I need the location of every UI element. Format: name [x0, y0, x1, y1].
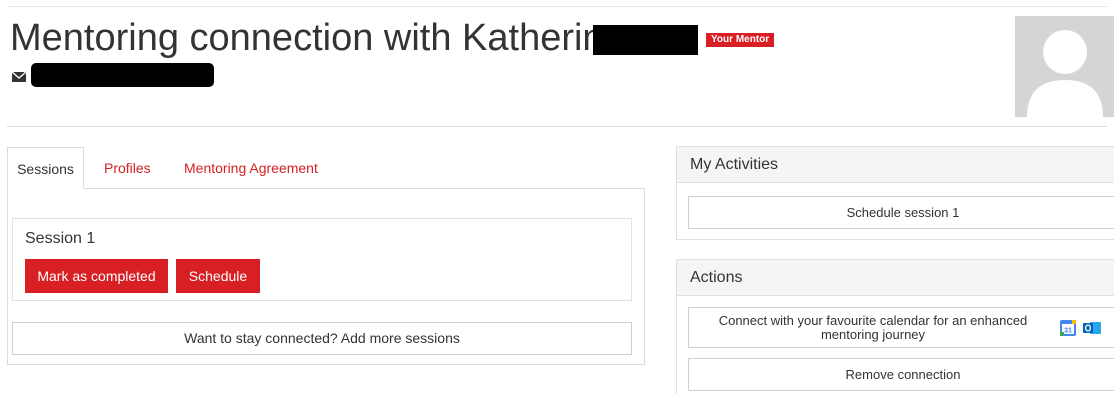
- page-title: Mentoring connection with Katherine: [10, 17, 625, 59]
- svg-text:31: 31: [1064, 328, 1072, 335]
- outlook-icon: [1083, 322, 1101, 334]
- my-activities-panel: My Activities Schedule session 1: [676, 146, 1114, 240]
- add-sessions-button[interactable]: Want to stay connected? Add more session…: [12, 322, 632, 355]
- redacted-email: [31, 63, 214, 87]
- top-divider: [7, 6, 1107, 7]
- google-calendar-icon: 31: [1060, 320, 1076, 336]
- tab-profiles[interactable]: Profiles: [104, 147, 151, 188]
- tab-bar: Sessions Profiles Mentoring Agreement: [7, 147, 645, 189]
- header-divider: [7, 126, 1107, 127]
- connect-calendar-label: Connect with your favourite calendar for…: [718, 313, 1028, 342]
- envelope-icon: [12, 71, 27, 82]
- session-card: Session 1 Mark as completed Schedule: [12, 218, 632, 301]
- my-activities-heading: My Activities: [677, 147, 1114, 183]
- tab-sessions[interactable]: Sessions: [7, 147, 84, 189]
- redacted-name: [593, 25, 698, 55]
- remove-connection-button[interactable]: Remove connection: [688, 358, 1114, 391]
- mentor-badge: Your Mentor: [706, 33, 775, 47]
- mark-completed-button[interactable]: Mark as completed: [25, 259, 168, 293]
- avatar: [1015, 16, 1114, 117]
- actions-panel: Actions Connect with your favourite cale…: [676, 259, 1114, 394]
- schedule-button[interactable]: Schedule: [176, 259, 260, 293]
- tab-mentoring-agreement[interactable]: Mentoring Agreement: [184, 147, 318, 188]
- schedule-session-button[interactable]: Schedule session 1: [688, 196, 1114, 229]
- session-title: Session 1: [25, 230, 96, 247]
- actions-heading: Actions: [677, 260, 1114, 296]
- connect-calendar-button[interactable]: Connect with your favourite calendar for…: [688, 307, 1114, 348]
